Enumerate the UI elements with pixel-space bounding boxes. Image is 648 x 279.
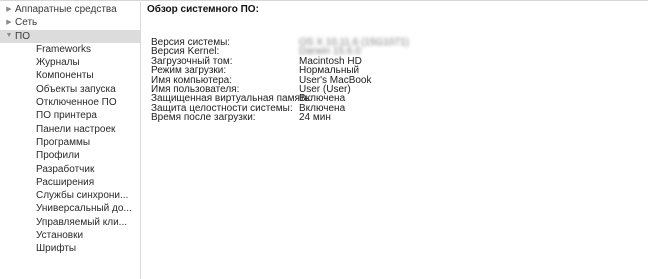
sidebar-item-label: Программы [36, 136, 91, 148]
sidebar-item-label: ПО принтера [36, 110, 97, 122]
disclosure-triangle-right-icon[interactable]: ▶ [5, 3, 13, 16]
sidebar-item-label: Объекты запуска [36, 83, 116, 95]
info-label: Время после загрузки: [151, 112, 256, 124]
sidebar-item-label: Разработчик [36, 163, 95, 175]
sidebar-item[interactable]: Программы [0, 136, 140, 149]
sidebar-item[interactable]: Управляемый кли... [0, 216, 140, 229]
content-pane: Обзор системного ПО: Версия системы: OS X… [141, 2, 648, 279]
sidebar-item[interactable]: Установки [0, 229, 140, 242]
sidebar-item-label: Журналы [36, 57, 80, 69]
sidebar-list: ▶ Аппаратные средства ▶ Сеть ▼ ПО Frameworks Жу… [0, 2, 140, 256]
sidebar-item-label: Компоненты [36, 70, 94, 82]
sidebar-item[interactable]: ПО принтера [0, 109, 140, 122]
sidebar-item[interactable]: Шрифты [0, 242, 140, 255]
sidebar-category[interactable]: ▼ ПО [0, 29, 140, 43]
sidebar-item-label: Frameworks [36, 43, 92, 55]
sidebar-item[interactable]: Расширения [0, 176, 140, 189]
sidebar-item[interactable]: Профили [0, 149, 140, 162]
sidebar-item-label: Сеть [15, 17, 38, 29]
info-row: Время после загрузки: 24 мин [151, 112, 409, 124]
sidebar-item-label: Отключенное ПО [36, 97, 117, 109]
sidebar-item-label: Аппаратные средства [15, 4, 117, 15]
sidebar-item[interactable]: Службы синхрони... [0, 189, 140, 202]
disclosure-triangle-right-icon[interactable]: ▶ [5, 16, 13, 29]
system-information-window: ▶ Аппаратные средства ▶ Сеть ▼ ПО Frameworks Жу… [0, 0, 648, 279]
sidebar-item-label: Панели настроек [36, 123, 116, 135]
info-value: 24 мин [299, 112, 331, 124]
info-table: Версия системы: OS X 10.11.6 (15G1071) Вер… [151, 37, 409, 124]
sidebar-item[interactable]: Журналы [0, 56, 140, 69]
sidebar-item-label: Профили [36, 150, 80, 162]
sidebar-item-label: Установки [36, 230, 84, 242]
sidebar-item[interactable]: Универсальный до... [0, 202, 140, 215]
sidebar-item-label: Управляемый кли... [36, 216, 128, 228]
sidebar-item[interactable]: Объекты запуска [0, 83, 140, 96]
sidebar-item[interactable]: Панели настроек [0, 123, 140, 136]
sidebar-item-label: Универсальный до... [36, 203, 132, 215]
sidebar-item[interactable]: Отключенное ПО [0, 96, 140, 109]
sidebar-item[interactable]: Frameworks [0, 43, 140, 56]
sidebar-item-label: ПО [15, 30, 30, 42]
sidebar-item-label: Шрифты [36, 243, 77, 255]
sidebar-item-label: Расширения [36, 176, 95, 188]
sidebar-item[interactable]: Разработчик [0, 163, 140, 176]
sidebar-item-label: Службы синхрони... [36, 190, 129, 202]
sidebar-item[interactable]: Компоненты [0, 69, 140, 82]
sidebar-category[interactable]: ▶ Аппаратные средства [0, 3, 140, 16]
disclosure-triangle-down-icon[interactable]: ▼ [5, 30, 13, 43]
sidebar[interactable]: ▶ Аппаратные средства ▶ Сеть ▼ ПО Frameworks Жу… [0, 2, 141, 279]
section-heading: Обзор системного ПО: [147, 4, 259, 15]
sidebar-category[interactable]: ▶ Сеть [0, 16, 140, 29]
